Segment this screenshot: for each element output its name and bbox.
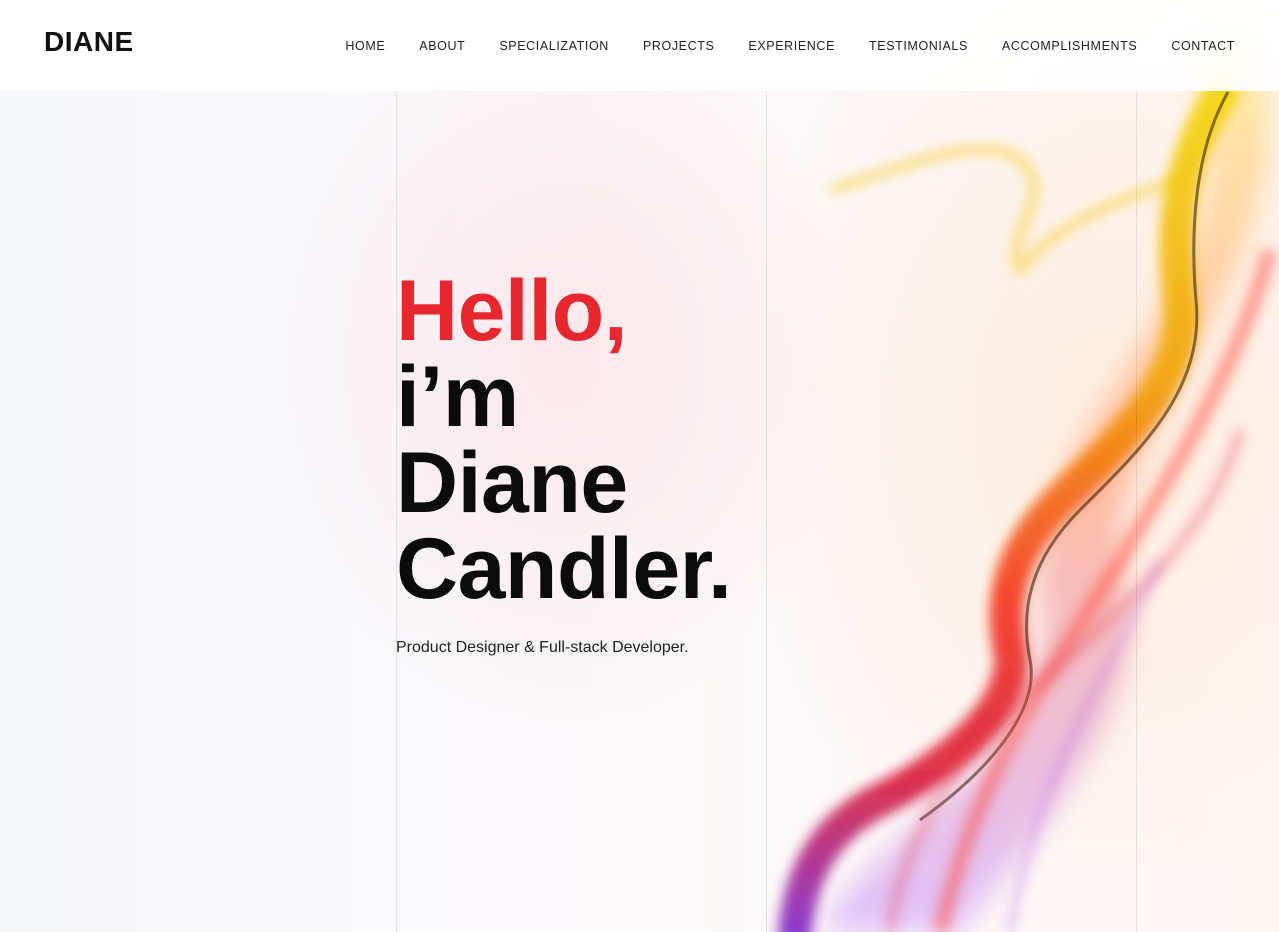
main-nav: HOME ABOUT SPECIALIZATION PROJECTS EXPER… bbox=[311, 39, 1235, 53]
site-header: DIANE HOME ABOUT SPECIALIZATION PROJECTS… bbox=[0, 0, 1279, 91]
nav-item-about[interactable]: ABOUT bbox=[419, 39, 465, 53]
hero-last-name: Candler. bbox=[396, 521, 732, 617]
nav-item-home[interactable]: HOME bbox=[345, 39, 385, 53]
hero-line-im: i’m bbox=[396, 349, 519, 445]
nav-item-projects[interactable]: PROJECTS bbox=[643, 39, 714, 53]
hero-subtitle: Product Designer & Full-stack Developer. bbox=[396, 639, 689, 656]
nav-item-specialization[interactable]: SPECIALIZATION bbox=[499, 39, 609, 53]
grid-line-right bbox=[1136, 91, 1137, 932]
nav-item-testimonials[interactable]: TESTIMONIALS bbox=[869, 39, 968, 53]
nav-item-contact[interactable]: CONTACT bbox=[1171, 39, 1235, 53]
hero-heading: Hello, i’m Diane Candler. bbox=[396, 263, 732, 617]
nav-item-experience[interactable]: EXPERIENCE bbox=[748, 39, 835, 53]
grid-line-middle bbox=[766, 91, 767, 932]
hero-first-name: Diane bbox=[396, 435, 628, 531]
site-logo[interactable]: DIANE bbox=[44, 26, 134, 58]
nav-item-accomplishments[interactable]: ACCOMPLISHMENTS bbox=[1002, 39, 1137, 53]
hero-greeting: Hello, bbox=[396, 263, 628, 359]
page: DIANE HOME ABOUT SPECIALIZATION PROJECTS… bbox=[0, 0, 1279, 932]
